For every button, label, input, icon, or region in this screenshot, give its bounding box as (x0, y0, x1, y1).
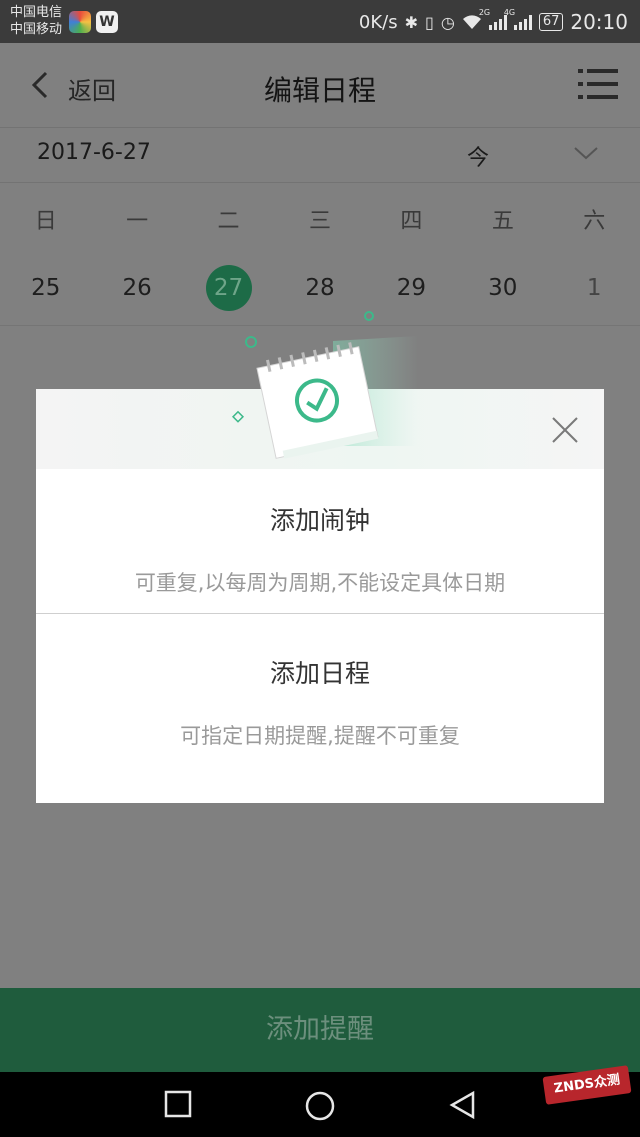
alarm-icon: ◷ (440, 12, 455, 32)
date-selector-bar[interactable]: 2017-6-27 今 (0, 127, 640, 183)
page-title: 编辑日程 (263, 74, 376, 107)
add-schedule-title: 添加日程 (269, 659, 370, 688)
calendar-day[interactable]: 25 (0, 265, 91, 311)
carrier-1-label: 中国电信 (10, 5, 63, 20)
sim2-signal-icon: 4G (504, 8, 532, 30)
add-alarm-description: 可重复,以每周为周期,不能设定具体日期 (134, 571, 506, 595)
status-clock: 20:10 (570, 10, 628, 34)
title-bar: 返回 编辑日程 (0, 43, 640, 127)
weekday-label: 一 (126, 209, 149, 234)
calendar-day[interactable]: 30 (457, 265, 548, 311)
close-icon[interactable] (550, 415, 580, 445)
calendar-day[interactable]: 1 (549, 265, 640, 311)
add-schedule-option[interactable]: 添加日程 可指定日期提醒,提醒不可重复 (36, 614, 604, 803)
weekday-label: 三 (308, 209, 331, 234)
selected-day-label: 27 (213, 275, 244, 301)
w-app-notification-icon: W (96, 11, 118, 33)
add-schedule-description: 可指定日期提醒,提醒不可重复 (180, 724, 460, 748)
calendar-check-illustration (231, 311, 418, 459)
calendar-day[interactable]: 26 (91, 265, 182, 311)
weekday-label: 六 (583, 209, 606, 234)
carrier-info: 中国电信 中国移动 (10, 4, 62, 38)
add-reminder-button[interactable]: 添加提醒 (0, 988, 640, 1072)
weekday-header-row: 日 一 二 三 四 五 六 (0, 203, 640, 235)
network-speed: 0K/s (358, 11, 398, 33)
vibrate-icon: ▯ (425, 12, 434, 32)
sim2-network-tag: 4G (503, 8, 516, 17)
screen: 中国电信 中国移动 W 0K/s ✱ ▯ ◷ 2G 4G 67 20:10 返回… (0, 0, 640, 1137)
current-date: 2017-6-27 (37, 140, 151, 165)
app-notification-icon (69, 11, 91, 33)
weekday-label: 日 (34, 209, 57, 234)
today-button[interactable]: 今 (467, 140, 489, 172)
sim1-network-tag: 2G (478, 8, 491, 17)
recent-apps-icon[interactable] (164, 1090, 192, 1118)
add-alarm-option[interactable]: 添加闹钟 可重复,以每周为周期,不能设定具体日期 (36, 489, 604, 613)
add-alarm-title: 添加闹钟 (269, 506, 370, 535)
status-indicators: 0K/s ✱ ▯ ◷ 2G 4G 67 20:10 (358, 8, 628, 35)
bluetooth-icon: ✱ (404, 12, 419, 32)
home-icon[interactable] (304, 1090, 336, 1122)
menu-list-icon[interactable] (578, 67, 618, 101)
chevron-down-icon[interactable] (572, 140, 600, 164)
weekday-label: 五 (491, 209, 514, 234)
battery-icon: 67 (538, 13, 564, 31)
weekday-label: 四 (400, 209, 423, 234)
weekday-label: 二 (217, 209, 240, 234)
status-bar: 中国电信 中国移动 W 0K/s ✱ ▯ ◷ 2G 4G 67 20:10 (0, 0, 640, 43)
back-nav-icon[interactable] (448, 1090, 476, 1120)
carrier-2-label: 中国移动 (10, 22, 63, 37)
